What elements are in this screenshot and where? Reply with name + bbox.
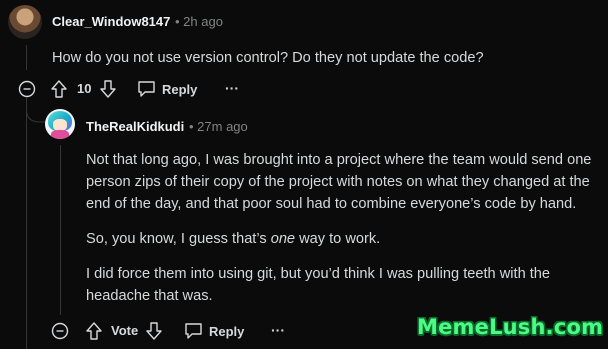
collapse-icon [51,322,69,340]
timestamp: • 2h ago [175,14,223,29]
avatar[interactable] [45,109,75,139]
collapse-button[interactable] [18,80,36,98]
collapse-button[interactable] [51,322,69,340]
avatar[interactable] [8,5,42,39]
upvote-arrow-icon [51,80,67,98]
timestamp: • 27m ago [189,119,248,134]
more-options-icon: ··· [271,322,285,338]
reply-button[interactable]: Reply [184,322,244,340]
upvote-button[interactable] [50,79,68,99]
more-options-button[interactable]: ··· [271,322,285,338]
comment-body: Not that long ago, I was brought into a … [86,149,606,307]
comment-bubble-icon [185,323,202,339]
username[interactable]: TheRealKidkudi [86,119,184,134]
upvote-button[interactable] [85,321,103,341]
thread-line[interactable] [26,98,27,349]
comment-body: How do you not use version control? Do t… [52,50,484,66]
comment-paragraph: I did force them into using git, but you… [86,266,551,304]
more-options-icon: ··· [225,80,239,96]
upvote-arrow-icon [86,322,102,340]
comment-bubble-icon [138,81,155,97]
collapse-icon [18,80,36,98]
vote-label: Vote [111,323,139,338]
reply-button[interactable]: Reply [137,80,197,98]
downvote-button[interactable] [99,79,117,99]
comment-paragraph: Not that long ago, I was brought into a … [86,152,592,212]
downvote-arrow-icon [100,80,116,98]
comment-paragraph: So, you know, I guess that’s one way to … [86,231,381,247]
downvote-button[interactable] [145,321,163,341]
thread-line[interactable] [60,145,61,315]
thread-line[interactable] [26,45,27,70]
downvote-arrow-icon [146,322,162,340]
reply-label: Reply [162,81,198,97]
username[interactable]: Clear_Window8147 [52,14,170,29]
vote-count: 10 [77,81,92,96]
watermark: MemeLush.com [417,315,604,339]
more-options-button[interactable]: ··· [225,80,239,96]
reply-label: Reply [209,323,245,339]
